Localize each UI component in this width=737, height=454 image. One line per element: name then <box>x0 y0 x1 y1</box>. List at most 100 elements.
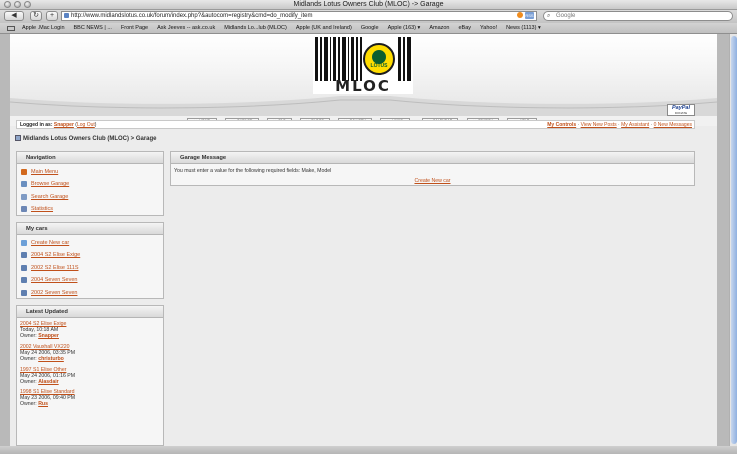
panel-item[interactable]: Main Menu <box>17 166 163 178</box>
bookmark-item[interactable]: Apple .Mac Login <box>22 25 65 31</box>
bookmark-item[interactable]: Apple (UK and Ireland) <box>296 25 352 31</box>
paypal-donate-button[interactable]: PayPal DONATE <box>667 104 695 116</box>
car-icon <box>21 264 27 271</box>
search-input[interactable]: ⌕ Google <box>543 11 733 21</box>
latest-entry: 1998 S1 Elise Standard May 23 2006, 09:40… <box>20 389 163 407</box>
bookmark-item[interactable]: BBC NEWS | ... <box>74 25 112 31</box>
panel-item[interactable]: Search Garage <box>17 191 163 203</box>
scroll-thumb[interactable] <box>731 36 737 444</box>
rss-button[interactable]: RSS <box>525 12 534 19</box>
bookmark-item[interactable]: Ask Jeeves -- ask.co.uk <box>157 25 215 31</box>
create-new-car-link[interactable]: Create New car <box>414 178 450 184</box>
panel-item[interactable]: 2002 Seven Seven <box>17 287 163 299</box>
garage-message-title: Garage Message <box>171 152 694 164</box>
panel-item[interactable]: 2002 S2 Elise 111S <box>17 262 163 274</box>
bookmark-item[interactable]: Front Page <box>121 25 148 31</box>
panel-item-label[interactable]: Browse Garage <box>31 181 69 187</box>
bookmarks-list: Apple .Mac Login BBC NEWS | ... Front Page… <box>22 23 550 34</box>
my-cars-list: Create New car 2004 S2 Elise Exige 2002 S2… <box>17 235 163 299</box>
my-controls-link[interactable]: My Controls <box>547 122 576 128</box>
navigation-panel: Navigation Main Menu Browse Garage Search … <box>16 151 164 216</box>
folder-icon <box>21 181 27 188</box>
my-assistant-link[interactable]: My Assistant <box>621 122 649 128</box>
username-link[interactable]: Snapper <box>54 122 74 128</box>
logged-in-label: Logged in as: <box>20 122 53 128</box>
panel-item-label[interactable]: Search Garage <box>31 194 68 200</box>
car-icon <box>21 289 27 296</box>
reload-icon: ↻ <box>33 12 39 19</box>
bookmarks-bar: Apple .Mac Login BBC NEWS | ... Front Page… <box>0 23 737 34</box>
bookmarks-book-icon[interactable] <box>7 26 15 31</box>
car-icon <box>21 252 27 259</box>
url-text: http://www.midlandslotus.co.uk/forum/ind… <box>71 13 313 19</box>
add-icon <box>21 240 27 246</box>
search-placeholder: Google <box>556 13 576 19</box>
logout-link[interactable]: Log Out <box>77 122 95 128</box>
plus-icon: + <box>49 12 55 19</box>
entry-owner-link[interactable]: christurbo <box>38 356 64 362</box>
panel-item[interactable]: 2004 S2 Elise Exige <box>17 249 163 261</box>
entry-owner-link[interactable]: Snapper <box>38 333 59 339</box>
panel-item[interactable]: Create New car <box>17 237 163 249</box>
create-new-car-link-wrap: Create New car <box>171 178 694 184</box>
panel-item-label[interactable]: Main Menu <box>31 169 58 175</box>
panel-item-label[interactable]: Statistics <box>31 206 53 212</box>
latest-updated-list: 2004 S2 Elise Exige Today, 10:18 AM Owner:… <box>17 318 163 407</box>
garage-message-text: You must enter a value for the following… <box>174 168 332 174</box>
reload-button[interactable]: ↻ <box>30 11 42 21</box>
new-messages-link[interactable]: 0 New Messages <box>654 122 692 128</box>
panel-item-label[interactable]: 2004 Seven Seven <box>31 277 77 283</box>
breadcrumb: Midlands Lotus Owners Club (MLOC) > Gara… <box>15 135 157 144</box>
site-favicon-icon <box>64 13 69 18</box>
navigation-list: Main Menu Browse Garage Search Garage Stati… <box>17 164 163 216</box>
user-bar: Logged in as: Snapper (Log Out) My Contr… <box>16 120 695 129</box>
vertical-scrollbar[interactable] <box>729 34 737 446</box>
owner-label: Owner: <box>20 401 37 408</box>
panel-item-label[interactable]: Create New car <box>31 240 69 246</box>
bookmark-item[interactable]: Google <box>361 25 379 31</box>
latest-updated-panel-title: Latest Updated <box>17 306 163 318</box>
back-button[interactable]: ◀ <box>4 11 24 21</box>
bookmark-item[interactable]: News (1113) ▾ <box>506 25 541 31</box>
bookmark-item[interactable]: Midlands Lo...lub (MLOC) <box>224 25 287 31</box>
status-bar <box>0 446 737 454</box>
panel-item-label[interactable]: 2002 Seven Seven <box>31 290 77 296</box>
breadcrumb-text[interactable]: Midlands Lotus Owners Club (MLOC) > Gara… <box>23 136 157 142</box>
window-titlebar: Midlands Lotus Owners Club (MLOC) -> Gar… <box>0 0 737 10</box>
donate-label: DONATE <box>674 111 688 115</box>
address-bar[interactable]: http://www.midlandslotus.co.uk/forum/ind… <box>61 11 537 21</box>
my-cars-panel: My cars Create New car 2004 S2 Elise Exig… <box>16 222 164 299</box>
panel-item-label[interactable]: 2002 S2 Elise 111S <box>31 265 79 271</box>
entry-owner-link[interactable]: Alasdair <box>38 379 58 385</box>
latest-entry: 2004 S2 Elise Exige Today, 10:18 AM Owner:… <box>20 321 163 339</box>
user-links: My Controls · View New Posts · My Assist… <box>547 122 692 128</box>
lotus-badge-icon: LOTUS <box>363 43 395 75</box>
site-header: LOTUS MLOC <box>10 34 717 116</box>
panel-item[interactable]: Browse Garage <box>17 178 163 190</box>
car-icon <box>21 277 27 284</box>
chart-icon <box>21 206 27 213</box>
owner-label: Owner: <box>20 378 37 385</box>
add-bookmark-button[interactable]: + <box>46 11 58 21</box>
panel-item[interactable]: Statistics <box>17 203 163 215</box>
view-new-posts-link[interactable]: View New Posts <box>581 122 617 128</box>
panel-item-label[interactable]: 2004 S2 Elise Exige <box>31 252 80 258</box>
bookmark-item[interactable]: Apple (163) ▾ <box>388 25 421 31</box>
latest-updated-panel: Latest Updated 2004 S2 Elise Exige Today,… <box>16 305 164 446</box>
latest-entry: 1997 S1 Elise Other May 24 2006, 01:16 PM… <box>20 367 163 385</box>
entry-owner-link[interactable]: Rus <box>38 401 48 407</box>
mloc-logo[interactable]: LOTUS MLOC <box>313 37 413 95</box>
bookmark-item[interactable]: Yahoo! <box>480 25 497 31</box>
bookmark-item[interactable]: eBay <box>459 25 472 31</box>
my-cars-panel-title: My cars <box>17 223 163 235</box>
back-icon: ◀ <box>11 12 17 19</box>
navigation-panel-title: Navigation <box>17 152 163 164</box>
forum-icon <box>15 135 21 141</box>
login-status: Logged in as: Snapper (Log Out) <box>20 122 97 128</box>
bookmark-item[interactable]: Amazon <box>429 25 449 31</box>
magnifier-icon <box>21 193 27 200</box>
owner-label: Owner: <box>20 333 37 339</box>
feed-icon[interactable] <box>517 12 523 18</box>
panel-item[interactable]: 2004 Seven Seven <box>17 274 163 286</box>
latest-entry: 2002 Vauxhall VX220 May 24 2006, 03:35 PM… <box>20 344 163 362</box>
